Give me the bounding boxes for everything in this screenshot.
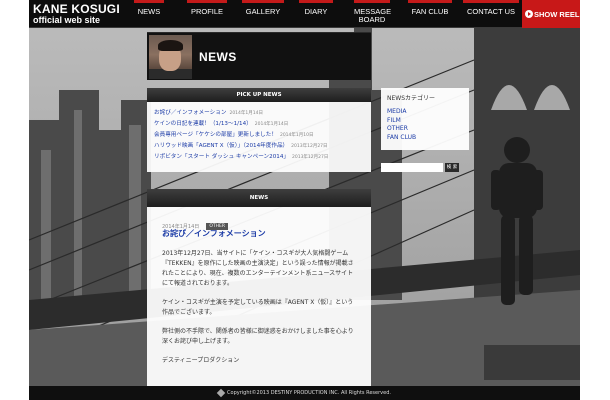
category-link-media[interactable]: MEDIA — [387, 108, 469, 117]
pickup-item[interactable]: ハリウッド映画「AGENT X（仮）」（2014年度作品） 2013年12月27日 — [154, 141, 371, 152]
site-header: KANE KOSUGI official web site NEWS PROFI… — [29, 0, 580, 28]
news-heading: NEWS — [147, 189, 371, 207]
site-logo[interactable]: KANE KOSUGI official web site — [33, 3, 120, 26]
article-paragraph: 弊社側の不手際で、関係者の皆様に御迷惑をおかけしました事を心より深くお詫び申し上… — [162, 328, 354, 345]
pickup-heading: PICK UP NEWS — [147, 88, 371, 102]
article-meta: 2014年1月14日 OTHER — [162, 216, 356, 230]
page-title: NEWS — [199, 50, 237, 64]
search-input[interactable] — [381, 163, 443, 172]
avatar — [149, 35, 192, 79]
pickup-news-panel: PICK UP NEWS お詫び／インフォメーション 2014年1月14日 ケイン… — [147, 88, 371, 172]
article-signature: デスティニープロダクション — [162, 357, 240, 364]
nav-item-fan-club[interactable]: FAN CLUB — [408, 0, 452, 28]
category-link-film[interactable]: FILM — [387, 117, 469, 126]
show-reel-label: SHOW REEL — [534, 10, 580, 19]
nav-item-profile[interactable]: PROFILE — [187, 0, 227, 28]
site-footer: Copyright©2013 DESTINY PRODUCTION INC. A… — [29, 386, 580, 400]
pickup-list: お詫び／インフォメーション 2014年1月14日 ケインの日記を連載！（1/13〜… — [147, 102, 371, 163]
pickup-item[interactable]: リポビタン「スタート ダッシュ キャンペーン2014」 2013年12月27日 — [154, 152, 371, 163]
nav-item-gallery[interactable]: GALLERY — [242, 0, 284, 28]
pickup-item[interactable]: ケインの日記を連載！（1/13〜1/14） 2014年1月14日 — [154, 119, 371, 130]
category-heading: NEWSカテゴリー — [387, 95, 436, 102]
pickup-item[interactable]: 会員専用ページ「ケケシの部屋」更新しました！ 2014年1月10日 — [154, 130, 371, 141]
news-category-panel: NEWSカテゴリー MEDIA FILM OTHER FAN CLUB — [381, 88, 469, 150]
company-logo-icon — [216, 388, 226, 397]
nav-item-news[interactable]: NEWS — [134, 0, 164, 28]
nav-item-contact-us[interactable]: CONTACT US — [463, 0, 519, 28]
article-body: 2013年12月27日、当サイトに「ケイン・コスギが大人気格闘ゲーム『TEKKE… — [162, 249, 356, 366]
category-list: MEDIA FILM OTHER FAN CLUB — [387, 108, 469, 142]
brand-name: KANE KOSUGI — [33, 2, 120, 16]
nav-item-message-board[interactable]: MESSAGE BOARD — [354, 0, 391, 28]
pickup-item[interactable]: お詫び／インフォメーション 2014年1月14日 — [154, 108, 371, 119]
article-paragraph: 2013年12月27日、当サイトに「ケイン・コスギが大人気格闘ゲーム『TEKKE… — [162, 250, 354, 287]
play-icon — [525, 10, 533, 18]
nav-item-diary[interactable]: DIARY — [299, 0, 333, 28]
brand-subtitle: official web site — [33, 15, 101, 25]
article-title[interactable]: お詫び／インフォメーション — [162, 228, 356, 239]
copyright-text: Copyright©2013 DESTINY PRODUCTION INC. A… — [227, 390, 391, 396]
show-reel-button[interactable]: SHOW REEL — [522, 0, 580, 28]
news-article-panel: NEWS 2014年1月14日 OTHER お詫び／インフォメーション 2013… — [147, 189, 371, 400]
search-button[interactable]: 検 索 — [445, 163, 459, 172]
news-title-bar: NEWS — [147, 32, 371, 80]
category-link-other[interactable]: OTHER — [387, 125, 469, 134]
site-frame: KANE KOSUGI official web site NEWS PROFI… — [29, 0, 580, 400]
news-article: 2014年1月14日 OTHER お詫び／インフォメーション 2013年12月2… — [147, 207, 371, 366]
article-paragraph: ケイン・コスギが主演を予定している映画は『AGENT X（仮）』という作品でござ… — [162, 299, 354, 316]
category-link-fan-club[interactable]: FAN CLUB — [387, 134, 469, 143]
